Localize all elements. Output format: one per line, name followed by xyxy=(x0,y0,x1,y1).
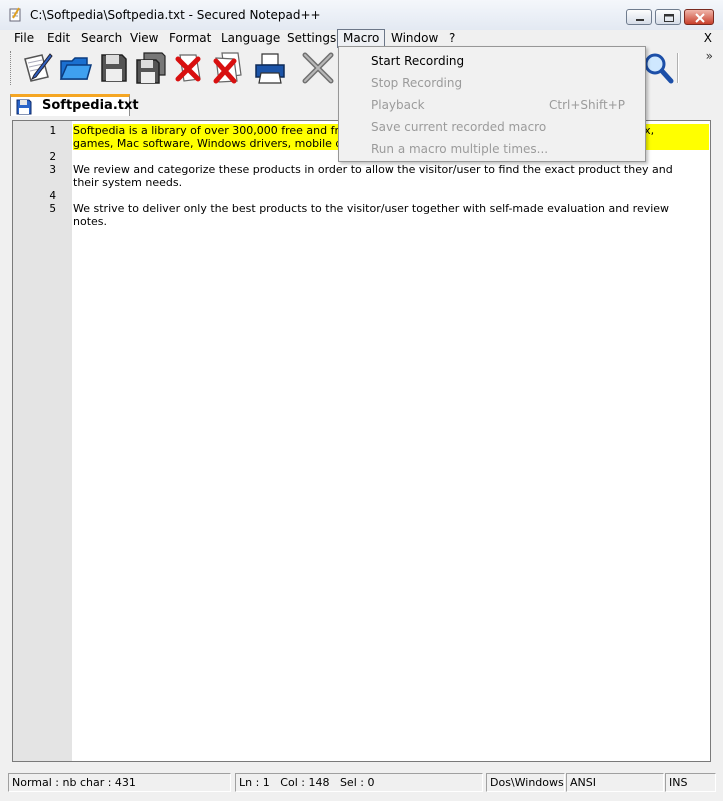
menu-language[interactable]: Language xyxy=(221,31,280,45)
save-icon[interactable] xyxy=(96,51,130,85)
menu-item-label: Start Recording xyxy=(371,54,465,68)
line-number: 1 xyxy=(49,124,56,137)
line-text[interactable]: notes. xyxy=(73,215,709,228)
editor-line: 3 We review and categorize these product… xyxy=(13,163,710,176)
print-icon[interactable] xyxy=(253,51,287,85)
line-number: 2 xyxy=(49,150,56,163)
line-text[interactable]: their system needs. xyxy=(73,176,709,189)
menu-item-stop-recording: Stop Recording xyxy=(371,74,641,94)
editor-line: 4 xyxy=(13,189,710,202)
menu-item-label: Run a macro multiple times... xyxy=(371,142,549,156)
menu-item-playback: Playback Ctrl+Shift+P xyxy=(371,96,641,116)
toolbar-overflow-button[interactable]: » xyxy=(706,49,713,63)
line-number: 5 xyxy=(49,202,56,215)
menu-format[interactable]: Format xyxy=(169,31,211,45)
menu-item-save-macro: Save current recorded macro xyxy=(371,118,641,138)
cut-icon[interactable] xyxy=(301,51,335,85)
editor-line: their system needs. xyxy=(13,176,710,189)
status-cursor-position: Ln : 1 Col : 148 Sel : 0 xyxy=(235,773,483,792)
maximize-button[interactable] xyxy=(655,9,681,25)
close-window-icon xyxy=(695,13,705,23)
menu-item-label: Stop Recording xyxy=(371,76,463,90)
title-bar: C:\Softpedia\Softpedia.txt - Secured Not… xyxy=(0,0,723,30)
tab-label: Softpedia.txt xyxy=(42,98,139,113)
close-file-icon[interactable] xyxy=(172,51,206,85)
close-all-icon[interactable] xyxy=(210,51,244,85)
status-eol-format: Dos\Windows xyxy=(486,773,565,792)
menu-edit[interactable]: Edit xyxy=(47,31,70,45)
menu-bar: File Edit Search View Format Language Se… xyxy=(0,29,723,48)
menu-item-shortcut: Ctrl+Shift+P xyxy=(549,98,625,112)
toolbar-grip[interactable] xyxy=(10,51,14,85)
app-window: C:\Softpedia\Softpedia.txt - Secured Not… xyxy=(0,0,723,801)
toolbar-separator xyxy=(677,53,679,83)
editor-line: 5 We strive to deliver only the best pro… xyxy=(13,202,710,215)
menu-item-label: Save current recorded macro xyxy=(371,120,547,134)
status-insert-mode: INS xyxy=(665,773,716,792)
menu-item-start-recording[interactable]: Start Recording xyxy=(371,52,641,72)
notepad-app-icon xyxy=(9,7,21,22)
menu-view[interactable]: View xyxy=(130,31,158,45)
status-encoding: ANSI xyxy=(566,773,664,792)
menu-file[interactable]: File xyxy=(14,31,34,45)
macro-dropdown-menu: Start Recording Stop Recording Playback … xyxy=(338,46,646,162)
line-number: 4 xyxy=(49,189,56,202)
menu-item-label: Playback xyxy=(371,98,425,112)
line-number: 3 xyxy=(49,163,56,176)
close-document-button[interactable]: X xyxy=(704,31,712,45)
status-mode-chars: Normal : nb char : 431 xyxy=(8,773,231,792)
editor-line: notes. xyxy=(13,215,710,228)
new-file-icon[interactable] xyxy=(20,51,54,85)
open-file-icon[interactable] xyxy=(58,51,92,85)
menu-window[interactable]: Window xyxy=(391,31,438,45)
status-bar: Normal : nb char : 431 Ln : 1 Col : 148 … xyxy=(0,771,723,801)
menu-item-run-macro-multiple: Run a macro multiple times... xyxy=(371,140,641,160)
line-text[interactable]: We strive to deliver only the best produ… xyxy=(73,202,709,215)
menu-settings[interactable]: Settings xyxy=(287,31,336,45)
line-text[interactable]: We review and categorize these products … xyxy=(73,163,709,176)
text-editor[interactable]: 1 Softpedia is a library of over 300,000… xyxy=(12,120,711,762)
close-window-button[interactable] xyxy=(684,9,714,25)
tab-softpedia-txt[interactable]: Softpedia.txt xyxy=(10,94,139,116)
maximize-icon xyxy=(664,14,674,22)
menu-search[interactable]: Search xyxy=(81,31,122,45)
minimize-icon xyxy=(636,19,644,21)
minimize-button[interactable] xyxy=(626,9,652,25)
save-all-icon[interactable] xyxy=(134,51,168,85)
window-title: C:\Softpedia\Softpedia.txt - Secured Not… xyxy=(30,8,321,22)
saved-file-icon xyxy=(16,99,32,115)
menu-help[interactable]: ? xyxy=(449,31,455,45)
